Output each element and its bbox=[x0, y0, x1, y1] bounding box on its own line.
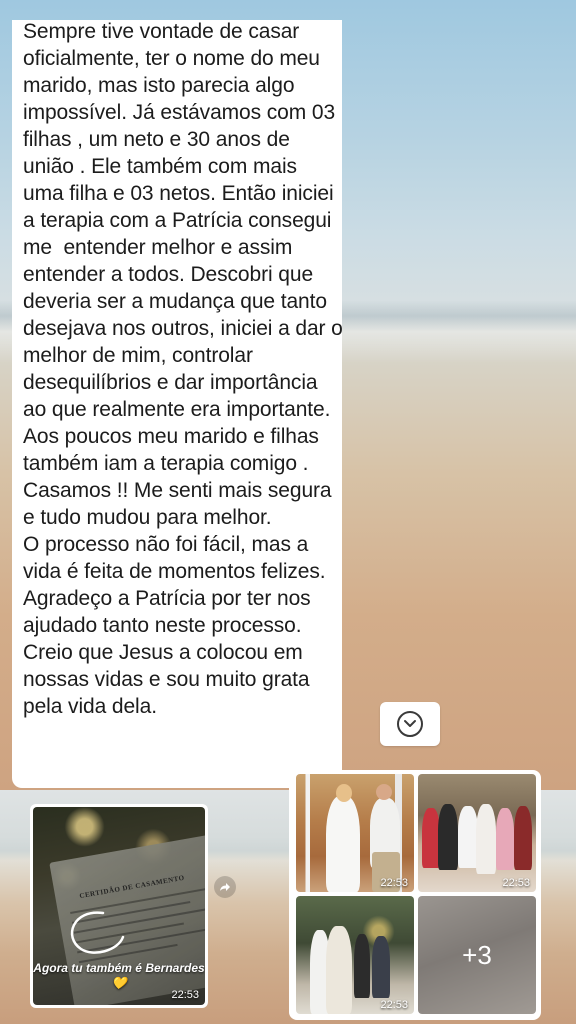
scroll-down-button[interactable] bbox=[380, 702, 440, 746]
more-photos-count: +3 bbox=[462, 940, 492, 970]
photo-time: 22:53 bbox=[380, 877, 408, 889]
album-photo[interactable]: 22:53 bbox=[296, 774, 414, 892]
image-message[interactable]: CERTIDÃO DE CASAMENTO Agora tu também é … bbox=[30, 804, 208, 1008]
message-text: Sempre tive vontade de casar oficialment… bbox=[23, 20, 343, 718]
album-more-photos[interactable]: +3 bbox=[418, 896, 536, 1014]
forward-button[interactable] bbox=[214, 876, 236, 898]
certificate-photo[interactable]: CERTIDÃO DE CASAMENTO Agora tu também é … bbox=[33, 807, 205, 1005]
photo-album[interactable]: 22:53 22:53 22:53 +3 bbox=[289, 770, 541, 1020]
scribble-mark bbox=[70, 911, 125, 954]
album-photo[interactable]: 22:53 bbox=[418, 774, 536, 892]
photo-time: 22:53 bbox=[380, 999, 408, 1011]
album-photo[interactable]: 22:53 bbox=[296, 896, 414, 1014]
forward-icon bbox=[220, 883, 230, 891]
message-time: 22:53 bbox=[171, 989, 199, 1001]
photo-time: 22:53 bbox=[502, 877, 530, 889]
chevron-down-circle-icon bbox=[397, 711, 423, 737]
image-caption: Agora tu também é Bernardes 💛 bbox=[33, 961, 205, 990]
